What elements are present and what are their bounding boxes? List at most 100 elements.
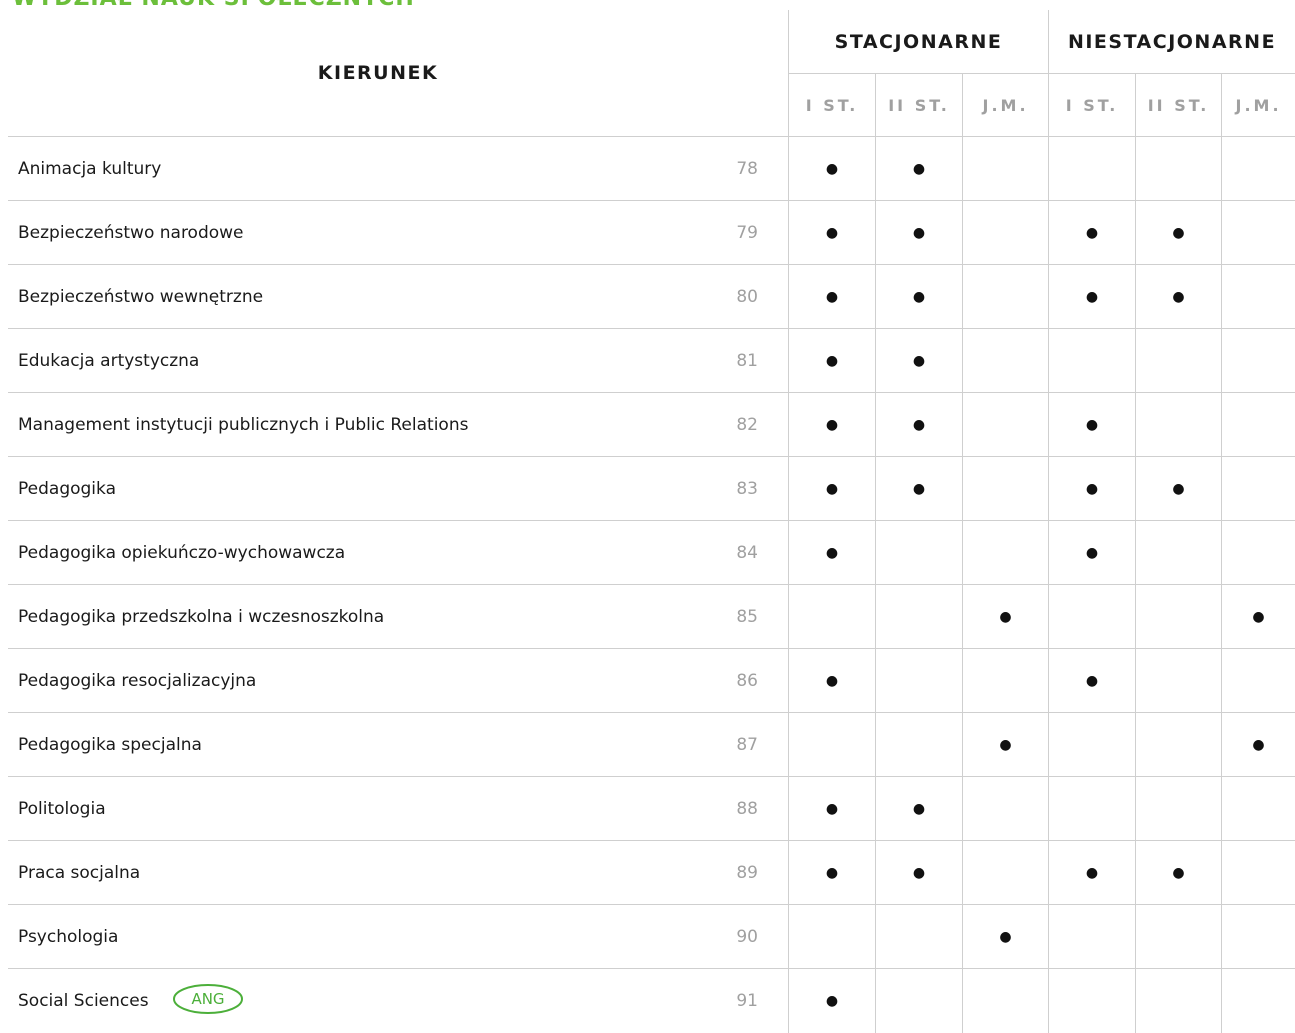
available-dot: ● xyxy=(999,928,1012,945)
subheader-stacjonarne-jm: J.M. xyxy=(962,74,1048,137)
study-mode-cell xyxy=(1048,137,1135,201)
study-mode-cell xyxy=(962,841,1048,905)
study-mode-cell xyxy=(1221,777,1295,841)
study-mode-cell: ● xyxy=(962,713,1048,777)
program-name: Pedagogika opiekuńczo-wychowawcza xyxy=(18,542,346,563)
program-name-wrap: Pedagogika xyxy=(18,479,116,499)
table-row: Bezpieczeństwo narodowe 79 xyxy=(8,201,788,265)
study-mode-cell xyxy=(1048,777,1135,841)
available-dot: ● xyxy=(912,288,926,305)
available-dot: ● xyxy=(825,544,839,561)
subheader-niestacjonarne-ii-st: II ST. xyxy=(1135,74,1221,137)
study-mode-cell xyxy=(962,329,1048,393)
page-number: 82 xyxy=(736,414,758,435)
program-name-wrap: Pedagogika przedszkolna i wczesnoszkolna xyxy=(18,607,384,627)
available-dot: ● xyxy=(825,224,839,241)
available-dot: ● xyxy=(1085,544,1099,561)
study-mode-cell xyxy=(1135,969,1221,1033)
program-name-wrap: Psychologia xyxy=(18,927,118,947)
table-row: Pedagogika 83 xyxy=(8,457,788,521)
available-dot: ● xyxy=(1085,864,1099,881)
study-mode-cell: ● xyxy=(788,777,875,841)
study-mode-cell: ● xyxy=(788,393,875,457)
study-mode-cell xyxy=(1048,585,1135,649)
study-mode-cell xyxy=(788,905,875,969)
available-dot: ● xyxy=(825,160,839,177)
study-mode-cell: ● xyxy=(788,841,875,905)
study-mode-cell xyxy=(1221,457,1295,521)
study-mode-cell: ● xyxy=(875,137,962,201)
available-dot: ● xyxy=(825,993,839,1009)
available-dot: ● xyxy=(825,416,839,433)
program-name-wrap: Politologia xyxy=(18,799,106,819)
subheader-niestacjonarne-i-st: I ST. xyxy=(1048,74,1135,137)
page-number: 87 xyxy=(736,734,758,755)
study-mode-cell xyxy=(1135,585,1221,649)
study-mode-cell: ● xyxy=(1221,585,1295,649)
study-mode-cell xyxy=(1048,713,1135,777)
study-mode-cell xyxy=(788,585,875,649)
study-mode-cell: ● xyxy=(788,521,875,585)
study-mode-cell: ● xyxy=(788,137,875,201)
available-dot: ● xyxy=(825,864,839,881)
program-name: Pedagogika specjalna xyxy=(18,734,202,755)
page-number: 88 xyxy=(736,798,758,819)
available-dot: ● xyxy=(825,352,839,369)
study-mode-cell xyxy=(1135,649,1221,713)
study-mode-cell xyxy=(1135,521,1221,585)
study-mode-cell xyxy=(875,521,962,585)
study-mode-cell xyxy=(962,969,1048,1033)
available-dot: ● xyxy=(1252,608,1265,625)
study-mode-cell xyxy=(1221,393,1295,457)
available-dot: ● xyxy=(825,288,839,305)
group-header-niestacjonarne: NIESTACJONARNE xyxy=(1048,10,1295,74)
page-number: 90 xyxy=(736,926,758,947)
study-mode-cell: ● xyxy=(875,841,962,905)
study-mode-cell: ● xyxy=(788,969,875,1033)
subheader-stacjonarne-ii-st: II ST. xyxy=(875,74,962,137)
page-number: 81 xyxy=(736,350,758,371)
available-dot: ● xyxy=(912,864,926,881)
study-mode-cell: ● xyxy=(788,457,875,521)
study-mode-cell xyxy=(1048,969,1135,1033)
page-number: 86 xyxy=(736,670,758,691)
table-row: Bezpieczeństwo wewnętrzne 80 xyxy=(8,265,788,329)
program-name: Social Sciences xyxy=(18,991,149,1011)
study-mode-cell xyxy=(1221,905,1295,969)
subheader-stacjonarne-i-st: I ST. xyxy=(788,74,875,137)
study-mode-cell xyxy=(875,585,962,649)
study-mode-cell: ● xyxy=(1135,841,1221,905)
available-dot: ● xyxy=(1252,736,1265,753)
program-name: Edukacja artystyczna xyxy=(18,350,200,371)
program-name-wrap: Bezpieczeństwo wewnętrzne xyxy=(18,287,263,307)
study-mode-cell xyxy=(1048,905,1135,969)
table-row: Praca socjalna 89 xyxy=(8,841,788,905)
program-name-wrap: Social Sciences ANG xyxy=(18,981,245,1022)
program-name-wrap: Edukacja artystyczna xyxy=(18,351,199,371)
study-mode-cell: ● xyxy=(1048,265,1135,329)
study-mode-cell: ● xyxy=(788,265,875,329)
study-mode-cell xyxy=(1048,329,1135,393)
available-dot: ● xyxy=(912,480,926,497)
program-name-wrap: Animacja kultury xyxy=(18,159,161,179)
page-number: 78 xyxy=(736,158,758,179)
study-mode-cell xyxy=(1221,329,1295,393)
page-number: 84 xyxy=(736,542,758,563)
study-mode-cell xyxy=(962,393,1048,457)
program-name-wrap: Pedagogika resocjalizacyjna xyxy=(18,671,256,691)
available-dot: ● xyxy=(999,736,1012,753)
study-mode-cell: ● xyxy=(875,329,962,393)
study-mode-cell: ● xyxy=(875,393,962,457)
available-dot: ● xyxy=(825,800,839,817)
study-mode-cell: ● xyxy=(1135,201,1221,265)
study-mode-cell xyxy=(875,713,962,777)
study-mode-cell: ● xyxy=(875,457,962,521)
program-name: Pedagogika resocjalizacyjna xyxy=(18,670,257,691)
study-mode-cell: ● xyxy=(962,905,1048,969)
program-name: Pedagogika przedszkolna i wczesnoszkolna xyxy=(18,606,385,627)
available-dot: ● xyxy=(1172,288,1185,305)
study-mode-cell: ● xyxy=(875,265,962,329)
program-name: Bezpieczeństwo narodowe xyxy=(18,222,244,243)
available-dot: ● xyxy=(1085,480,1099,497)
page-number: 89 xyxy=(736,862,758,883)
